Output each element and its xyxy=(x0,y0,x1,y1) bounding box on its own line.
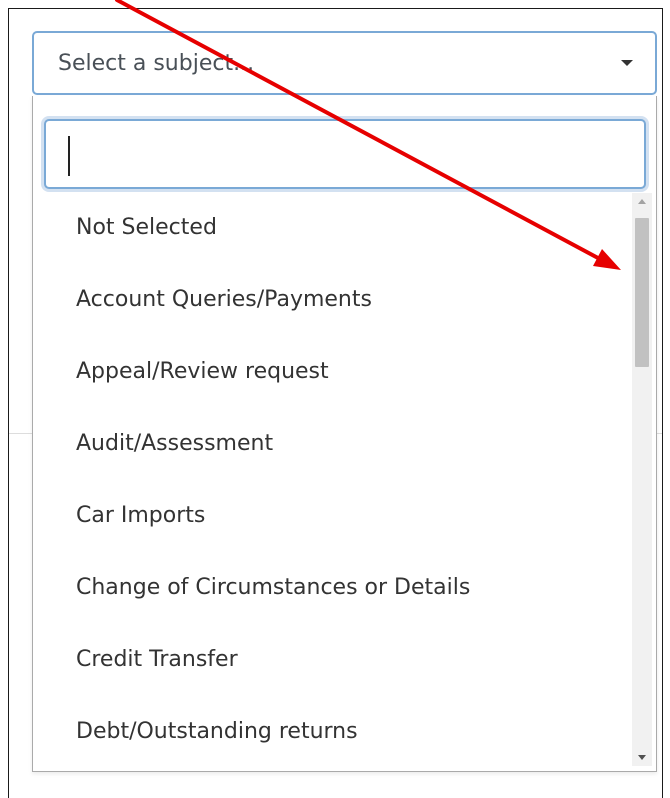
scroll-down-arrow-icon[interactable] xyxy=(638,755,646,760)
option-audit-assessment[interactable]: Audit/Assessment xyxy=(33,408,623,480)
subject-select-placeholder: Select a subject... xyxy=(58,51,255,76)
text-cursor xyxy=(68,136,70,176)
option-credit-transfer[interactable]: Credit Transfer xyxy=(33,624,623,696)
option-account-queries-payments[interactable]: Account Queries/Payments xyxy=(33,264,623,336)
options-list: Not Selected Account Queries/Payments Ap… xyxy=(33,192,623,768)
subject-dropdown: Not Selected Account Queries/Payments Ap… xyxy=(32,96,657,772)
option-change-of-circumstances[interactable]: Change of Circumstances or Details xyxy=(33,552,623,624)
search-input[interactable] xyxy=(46,121,644,187)
subject-select[interactable]: Select a subject... xyxy=(32,31,657,95)
option-appeal-review-request[interactable]: Appeal/Review request xyxy=(33,336,623,408)
caret-down-icon[interactable] xyxy=(621,60,633,66)
scroll-up-arrow-icon[interactable] xyxy=(638,199,646,204)
scroll-thumb[interactable] xyxy=(635,218,649,367)
option-debt-outstanding-returns[interactable]: Debt/Outstanding returns xyxy=(33,696,623,768)
option-car-imports[interactable]: Car Imports xyxy=(33,480,623,552)
option-not-selected[interactable]: Not Selected xyxy=(33,192,623,264)
search-field[interactable] xyxy=(44,119,646,189)
options-scrollbar[interactable] xyxy=(632,193,652,766)
